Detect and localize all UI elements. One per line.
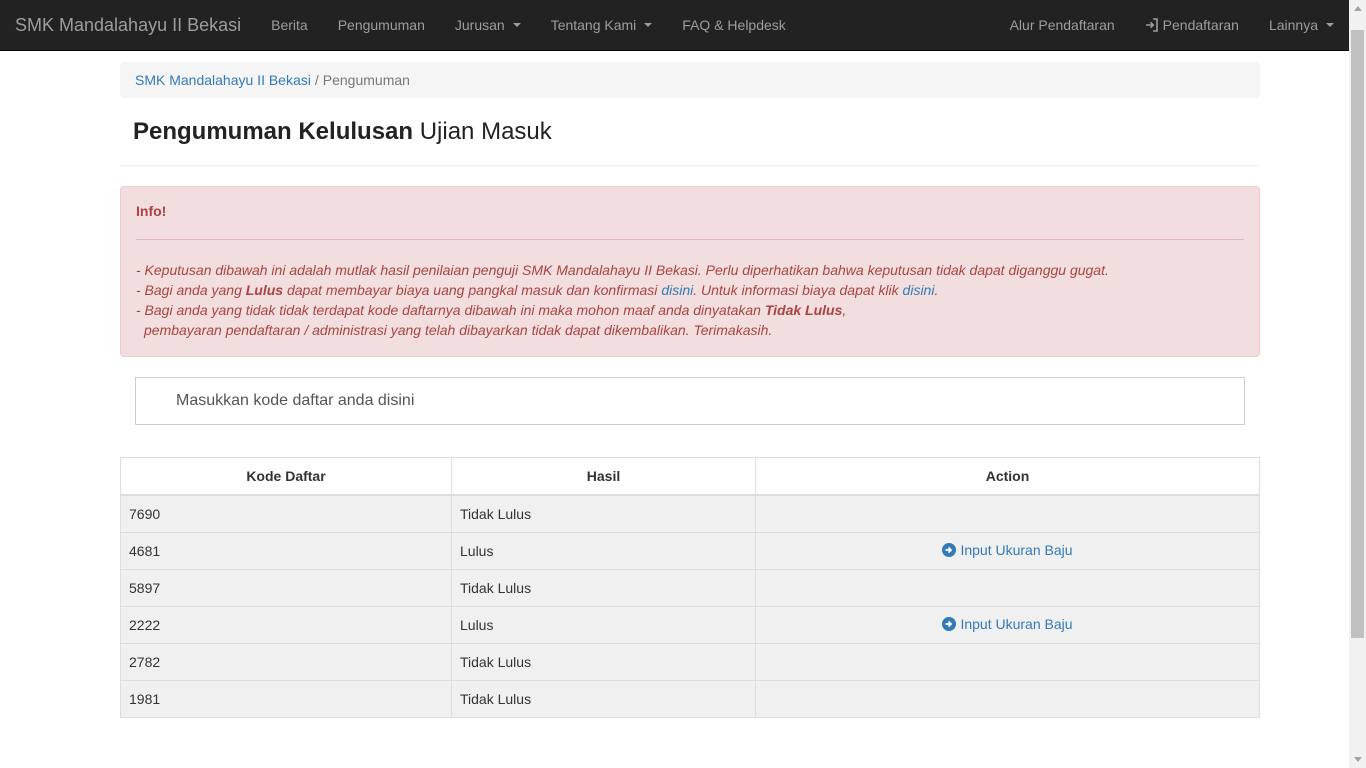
cell-action: Input Ukuran Baju xyxy=(755,531,1260,570)
column-header-action: Action xyxy=(755,456,1260,497)
alert-text: - Keputusan dibawah ini adalah mutlak ha… xyxy=(136,261,1109,278)
cell-kode: 5897 xyxy=(120,568,452,607)
top-navbar: SMK Mandalahayu II Bekasi Berita Pengumu… xyxy=(0,0,1349,51)
page-title-rest: Ujian Masuk xyxy=(413,118,552,145)
breadcrumb: SMK Mandalahayu II Bekasi / Pengumuman xyxy=(120,62,1260,98)
cell-hasil: Lulus xyxy=(451,531,756,570)
main-container: SMK Mandalahayu II Bekasi / Pengumuman P… xyxy=(120,51,1260,718)
arrow-circle-right-icon xyxy=(942,542,957,557)
table-row: 5897 Tidak Lulus xyxy=(120,568,1260,607)
action-label: Input Ukuran Baju xyxy=(960,541,1073,558)
nav-item-label: Berita xyxy=(271,17,308,33)
table-row: 2782 Tidak Lulus xyxy=(120,642,1260,681)
nav-item-label: FAQ & Helpdesk xyxy=(682,17,786,33)
action-label: Input Ukuran Baju xyxy=(960,615,1073,632)
page-header: Pengumuman Kelulusan Ujian Masuk xyxy=(120,118,1260,166)
alert-divider xyxy=(136,238,1244,240)
alert-text: - Bagi anda yang xyxy=(136,281,246,298)
alert-text: . xyxy=(934,281,939,298)
search-wrap xyxy=(120,357,1260,425)
page-title-strong: Pengumuman Kelulusan xyxy=(133,118,414,145)
confirmation-link[interactable]: disini xyxy=(661,282,693,298)
cell-hasil: Tidak Lulus xyxy=(451,642,756,681)
nav-item-berita[interactable]: Berita xyxy=(256,0,323,50)
cell-action xyxy=(755,679,1260,718)
nav-item-label: Pengumuman xyxy=(337,17,425,33)
breadcrumb-separator: / xyxy=(314,72,319,88)
cell-kode: 2222 xyxy=(120,605,452,644)
fee-info-link[interactable]: disini xyxy=(903,282,935,298)
cell-kode: 4681 xyxy=(120,531,452,570)
cell-kode: 2782 xyxy=(120,642,452,681)
alert-bold-tidak-lulus: Tidak Lulus xyxy=(764,301,843,318)
scroll-up-icon[interactable] xyxy=(1349,0,1366,17)
caret-down-icon xyxy=(644,23,653,27)
breadcrumb-home-link[interactable]: SMK Mandalahayu II Bekasi xyxy=(135,72,311,88)
alert-title: Info! xyxy=(136,202,167,219)
nav-item-lainnya-dropdown[interactable]: Lainnya xyxy=(1254,0,1349,50)
cell-hasil: Lulus xyxy=(451,605,756,644)
nav-item-label: Tentang Kami xyxy=(550,17,637,33)
cell-hasil: Tidak Lulus xyxy=(451,679,756,718)
table-row: 2222 Lulus Input Ukuran Baju xyxy=(120,605,1260,644)
nav-item-pengumuman[interactable]: Pengumuman xyxy=(323,0,440,50)
cell-kode: 7690 xyxy=(120,494,452,533)
nav-item-jurusan-dropdown[interactable]: Jurusan xyxy=(440,0,536,50)
alert-bold-lulus: Lulus xyxy=(245,281,284,298)
kode-daftar-search-input[interactable] xyxy=(135,376,1245,425)
page-title: Pengumuman Kelulusan Ujian Masuk xyxy=(133,118,1247,147)
nav-item-label: Pendaftaran xyxy=(1162,17,1239,33)
scroll-down-icon[interactable] xyxy=(1349,751,1366,768)
column-header-hasil: Hasil xyxy=(451,456,756,497)
arrow-circle-right-icon xyxy=(942,616,957,631)
cell-kode: 1981 xyxy=(120,679,452,718)
page-scrollbar[interactable] xyxy=(1349,0,1366,768)
table-header-row: Kode Daftar Hasil Action xyxy=(120,456,1260,497)
cell-action: Input Ukuran Baju xyxy=(755,605,1260,644)
nav-item-label: Lainnya xyxy=(1268,17,1318,33)
alert-line: pembayaran pendaftaran / administrasi ya… xyxy=(136,320,1244,340)
table-row: 4681 Lulus Input Ukuran Baju xyxy=(120,531,1260,570)
nav-item-label: Jurusan xyxy=(454,17,505,33)
alert-text: . Untuk informasi biaya dapat klik xyxy=(693,281,903,298)
alert-text: dapat membayar biaya uang pangkal masuk … xyxy=(283,281,662,298)
caret-down-icon xyxy=(512,23,521,27)
scrollbar-thumb[interactable] xyxy=(1351,30,1364,638)
login-icon xyxy=(1145,18,1159,32)
results-table: Kode Daftar Hasil Action 7690 Tidak Lulu… xyxy=(120,456,1260,718)
alert-text: - Bagi anda yang tidak tidak terdapat ko… xyxy=(136,301,765,318)
alert-text: pembayaran pendaftaran / administrasi ya… xyxy=(144,321,773,338)
input-ukuran-baju-link[interactable]: Input Ukuran Baju xyxy=(942,615,1073,632)
table-row: 1981 Tidak Lulus xyxy=(120,679,1260,718)
cell-action xyxy=(755,568,1260,607)
nav-item-faq[interactable]: FAQ & Helpdesk xyxy=(667,0,801,50)
breadcrumb-current: Pengumuman xyxy=(322,72,410,88)
nav-right: Alur Pendaftaran Pendaftaran Lainnya xyxy=(995,0,1349,50)
caret-down-icon xyxy=(1326,23,1334,27)
nav-item-pendaftaran[interactable]: Pendaftaran xyxy=(1130,0,1254,50)
alert-line: - Bagi anda yang tidak tidak terdapat ko… xyxy=(136,300,1244,320)
info-alert: Info! - Keputusan dibawah ini adalah mut… xyxy=(120,185,1260,357)
alert-body: - Keputusan dibawah ini adalah mutlak ha… xyxy=(136,260,1244,340)
table-row: 7690 Tidak Lulus xyxy=(120,494,1260,533)
brand-link[interactable]: SMK Mandalahayu II Bekasi xyxy=(0,0,256,50)
cell-hasil: Tidak Lulus xyxy=(451,568,756,607)
nav-item-tentang-kami-dropdown[interactable]: Tentang Kami xyxy=(536,0,668,50)
alert-text: , xyxy=(842,301,847,318)
alert-line: - Bagi anda yang Lulus dapat membayar bi… xyxy=(136,280,1244,300)
column-header-kode: Kode Daftar xyxy=(120,456,452,497)
nav-left: Berita Pengumuman Jurusan Tentang Kami F… xyxy=(256,0,801,50)
alert-line: - Keputusan dibawah ini adalah mutlak ha… xyxy=(136,260,1244,280)
input-ukuran-baju-link[interactable]: Input Ukuran Baju xyxy=(942,541,1073,558)
cell-action xyxy=(755,642,1260,681)
nav-item-alur-pendaftaran[interactable]: Alur Pendaftaran xyxy=(995,0,1130,50)
cell-hasil: Tidak Lulus xyxy=(451,494,756,533)
nav-item-label: Alur Pendaftaran xyxy=(1009,17,1115,33)
cell-action xyxy=(755,494,1260,533)
